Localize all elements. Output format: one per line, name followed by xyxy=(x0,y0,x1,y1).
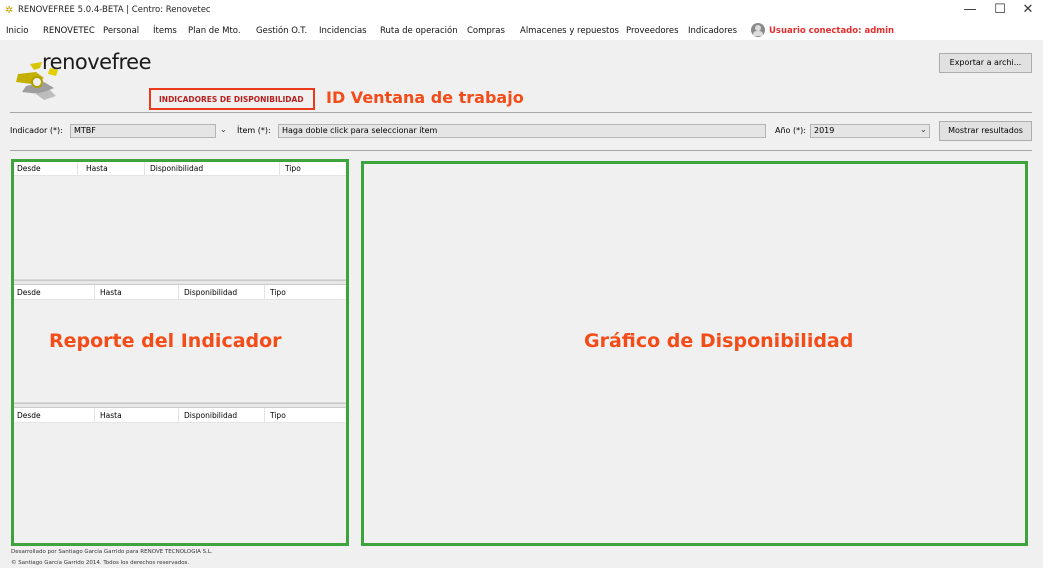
menu-almacenes[interactable]: Almacenes y repuestos xyxy=(520,26,619,36)
logo-text: renovefree xyxy=(42,50,152,74)
user-icon xyxy=(751,23,765,37)
close-button[interactable]: ✕ xyxy=(1013,0,1043,20)
menu-personal[interactable]: Personal xyxy=(103,26,139,36)
item-label: Ítem (*): xyxy=(237,126,271,135)
menu-renovetec[interactable]: RENOVETEC xyxy=(43,26,95,36)
export-button[interactable]: Exportar a archi... xyxy=(939,53,1032,73)
connected-user-label: Usuario conectado: admin xyxy=(769,26,895,36)
header-divider xyxy=(10,112,1032,113)
chart-annotation: Gráfico de Disponibilidad xyxy=(584,330,854,352)
menu-ruta-operacion[interactable]: Ruta de operación xyxy=(380,26,458,36)
anio-label: Año (*): xyxy=(775,126,806,135)
chart-panel xyxy=(361,161,1028,546)
indicador-label: Indicador (*): xyxy=(10,126,63,135)
menu-proveedores[interactable]: Proveedores xyxy=(626,26,679,36)
menu-plan-mto[interactable]: Plan de Mto. xyxy=(188,26,241,36)
window-id-annotation: ID Ventana de trabajo xyxy=(326,88,524,107)
indicador-chevron-icon[interactable]: ⌄ xyxy=(220,125,227,134)
filter-divider xyxy=(10,150,1032,151)
minimize-button[interactable]: — xyxy=(955,0,985,20)
anio-chevron-icon[interactable]: ⌄ xyxy=(920,125,927,134)
footer-line-1: Desarrollado por Santiago García Garrido… xyxy=(11,549,213,555)
window-id-label: INDICADORES DE DISPONIBILIDAD xyxy=(159,95,304,104)
show-results-button[interactable]: Mostrar resultados xyxy=(939,121,1032,141)
menu-indicadores[interactable]: Indicadores xyxy=(688,26,737,36)
report-annotation: Reporte del Indicador xyxy=(49,330,282,352)
menu-incidencias[interactable]: Incidencias xyxy=(319,26,367,36)
menu-gestion-ot[interactable]: Gestión O.T. xyxy=(256,26,307,36)
indicador-select[interactable]: MTBF xyxy=(70,124,216,138)
footer-line-2: © Santiago García Garrido 2014. Todos lo… xyxy=(11,560,190,566)
menu-items[interactable]: Ítems xyxy=(153,26,177,36)
window-title: RENOVEFREE 5.0.4-BETA | Centro: Renovete… xyxy=(18,5,211,15)
app-icon: ✲ xyxy=(5,5,14,16)
item-field[interactable]: Haga doble click para seleccionar ítem xyxy=(278,124,766,138)
menu-inicio[interactable]: Inicio xyxy=(6,26,29,36)
maximize-button[interactable]: ☐ xyxy=(985,0,1015,20)
report-annotation-frame xyxy=(11,159,349,546)
anio-select[interactable]: 2019 xyxy=(810,124,930,138)
menu-compras[interactable]: Compras xyxy=(467,26,505,36)
